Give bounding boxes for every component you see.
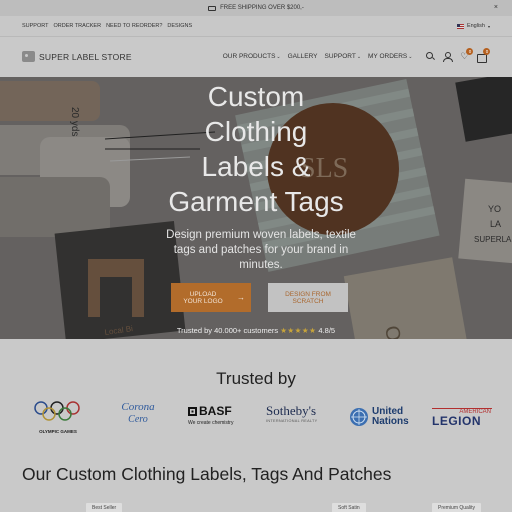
american-legion-logo: AMERICAN LEGION	[432, 400, 492, 434]
trust-text: Trusted by 40.000+ customers	[176, 326, 279, 335]
arrow-right-icon: →	[237, 293, 245, 302]
language-selector[interactable]: English ▾	[456, 23, 490, 29]
sothebys-logo: Sotheby's INTERNATIONAL REALTY	[266, 400, 334, 434]
united-nations-logo: United Nations	[349, 400, 411, 434]
menu-label: SUPPORT	[324, 53, 356, 60]
close-icon[interactable]: ×	[494, 4, 498, 11]
logo-text: SUPER LABEL STORE	[39, 51, 132, 62]
main-nav: SUPER LABEL STORE OUR PRODUCTS⌄ GALLERY …	[0, 36, 512, 76]
label-tag-icon	[22, 51, 35, 62]
design-from-scratch-button[interactable]: DESIGN FROM SCRATCH	[268, 283, 348, 312]
logo-text: OLYMPIC GAMES	[39, 429, 77, 434]
products-section-title: Our Custom Clothing Labels, Tags And Pat…	[22, 464, 392, 484]
search-icon[interactable]	[426, 52, 435, 61]
menu-gallery[interactable]: GALLERY	[288, 53, 318, 60]
promo-text: FREE SHIPPING OVER $200,-	[220, 5, 304, 11]
trusted-logos: OLYMPIC GAMES Corona Cero BASF We create…	[0, 400, 512, 434]
star-rating-icon: ★★★★★	[280, 326, 317, 335]
logo-subtext: INTERNATIONAL REALTY	[266, 419, 318, 423]
hero-title-line: Labels &	[201, 151, 311, 182]
design-from-scratch-label: DESIGN FROM SCRATCH	[285, 290, 331, 305]
designs-link[interactable]: DESIGNS	[167, 23, 192, 29]
logo-text: BASF	[199, 404, 232, 418]
premium-quality-badge: Premium Quality	[432, 503, 481, 512]
menu-support[interactable]: SUPPORT⌄	[325, 53, 362, 60]
customer-rating: Trusted by 40.000+ customers ★★★★★ 4.8/5	[0, 326, 512, 335]
hero-banner: 20 yds SLS YO LA SUPERLA OW Local Bi	[0, 77, 512, 339]
reorder-link[interactable]: NEED TO REORDER?	[106, 23, 162, 29]
hero-title-line: Clothing	[204, 116, 308, 147]
un-emblem-icon	[350, 408, 368, 426]
truck-icon	[208, 5, 217, 11]
chevron-down-icon: ⌄	[356, 54, 362, 60]
menu-my-orders[interactable]: MY ORDERS⌄	[368, 53, 412, 60]
logo-subtext: LEGION	[432, 414, 482, 428]
chevron-down-icon: ▾	[487, 23, 490, 29]
upload-logo-button[interactable]: UPLOAD YOUR LOGO →	[171, 283, 251, 312]
basf-square-icon	[188, 406, 197, 416]
hero-subtitle: Design premium woven labels, textile tag…	[166, 229, 356, 271]
upload-logo-label: UPLOAD YOUR LOGO	[183, 290, 223, 305]
menu-label: OUR PRODUCTS	[222, 53, 276, 60]
cart-icon[interactable]: 0	[477, 48, 491, 63]
logo-text: Corona	[121, 401, 155, 413]
corona-cero-logo: Corona Cero	[114, 400, 162, 434]
logo-subtext: We create chemistry	[188, 420, 234, 426]
trusted-by-heading: Trusted by	[216, 369, 296, 388]
rating-value: 4.8/5	[318, 326, 336, 335]
hero-title-line: Custom	[207, 81, 305, 112]
menu-our-products[interactable]: OUR PRODUCTS⌄	[223, 53, 281, 60]
us-flag-icon	[456, 23, 464, 29]
olympic-games-logo: OLYMPIC GAMES	[32, 400, 84, 434]
wishlist-icon[interactable]: ♡ 0	[460, 48, 474, 61]
utility-links: SUPPORT ORDER TRACKER NEED TO REORDER? D…	[22, 23, 192, 29]
logo-subtext: Nations	[372, 416, 409, 427]
hero-title: Custom Clothing Labels & Garment Tags	[0, 79, 512, 219]
wishlist-count-badge: 0	[466, 48, 474, 55]
order-tracker-link[interactable]: ORDER TRACKER	[54, 23, 102, 29]
cart-count-badge: 0	[483, 48, 491, 55]
hero-title-line: Garment Tags	[168, 186, 344, 217]
utility-bar: SUPPORT ORDER TRACKER NEED TO REORDER? D…	[0, 16, 512, 36]
main-menu: OUR PRODUCTS⌄ GALLERY SUPPORT⌄ MY ORDERS…	[223, 53, 413, 60]
support-link[interactable]: SUPPORT	[22, 23, 49, 29]
logo-subtext: Cero	[128, 414, 148, 425]
product-cards: Best Seller Soft Satin Premium Quality	[0, 500, 512, 512]
menu-label: GALLERY	[287, 53, 318, 60]
chevron-down-icon: ⌄	[408, 54, 413, 60]
olympic-rings-icon	[34, 401, 80, 421]
promo-bar: FREE SHIPPING OVER $200,- ×	[0, 0, 512, 16]
chevron-down-icon: ⌄	[276, 54, 281, 60]
language-label: English	[466, 23, 485, 29]
soft-satin-badge: Soft Satin	[332, 503, 366, 512]
logo-text: Sotheby's	[266, 403, 317, 418]
basf-logo: BASF We create chemistry	[188, 400, 250, 434]
menu-label: MY ORDERS	[368, 53, 408, 60]
store-logo[interactable]: SUPER LABEL STORE	[22, 51, 132, 62]
header-icons: ♡ 0 0	[426, 48, 491, 63]
account-icon[interactable]	[443, 52, 454, 62]
best-seller-badge: Best Seller	[86, 503, 123, 512]
